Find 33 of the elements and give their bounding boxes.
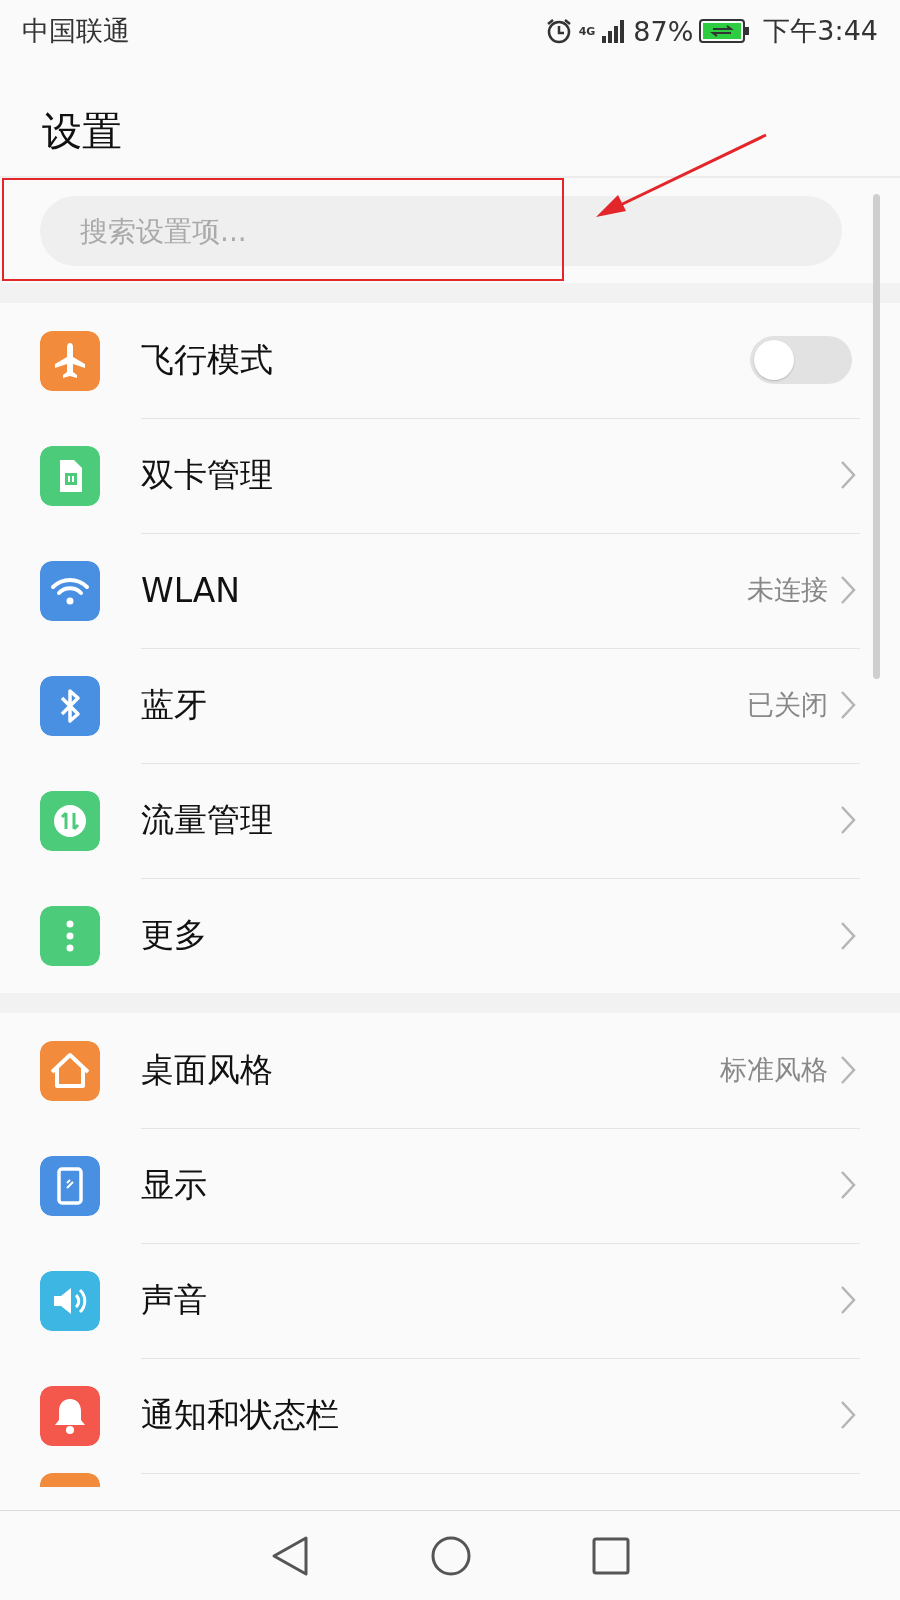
search-field[interactable]: 搜索设置项... [40, 196, 842, 266]
setting-value: 未连接 [747, 573, 828, 607]
chevron-icon [840, 460, 856, 490]
toggle-switch[interactable] [750, 336, 852, 384]
setting-label[interactable]: 双卡管理 [141, 452, 840, 498]
page-title: 设置 [41, 107, 123, 156]
setting-label[interactable]: 通知和状态栏 [141, 1392, 840, 1438]
setting-label[interactable]: 桌面风格 [141, 1047, 720, 1093]
carrier-name: 中国联通 [22, 14, 130, 48]
setting-label[interactable]: 显示 [141, 1162, 840, 1208]
setting-value: 已关闭 [747, 688, 828, 722]
setting-label[interactable]: 声音 [141, 1277, 840, 1323]
battery-percent: 87% [633, 15, 694, 47]
setting-label[interactable]: WLAN [141, 570, 747, 610]
chevron-icon [840, 920, 856, 951]
network-label: 4G [578, 25, 596, 37]
battery-charging-icon [699, 18, 752, 44]
setting-label[interactable]: 流量管理 [141, 797, 840, 843]
clock-time: 下午3:44 [763, 14, 878, 48]
setting-label[interactable]: 飞行模式 [141, 337, 750, 383]
chevron-icon [840, 1400, 856, 1430]
chevron-icon [840, 1170, 856, 1200]
chevron-icon [840, 1055, 856, 1085]
setting-label[interactable]: 蓝牙 [141, 682, 747, 728]
chevron-icon [840, 1285, 856, 1315]
back-button[interactable] [270, 1535, 310, 1577]
chevron-icon [840, 690, 856, 720]
chevron-icon [840, 805, 856, 835]
recents-button[interactable] [592, 1537, 630, 1575]
setting-label[interactable]: 更多 [141, 913, 840, 958]
setting-value: 标准风格 [720, 1053, 828, 1087]
home-button[interactable] [430, 1535, 472, 1577]
chevron-icon [840, 575, 856, 605]
